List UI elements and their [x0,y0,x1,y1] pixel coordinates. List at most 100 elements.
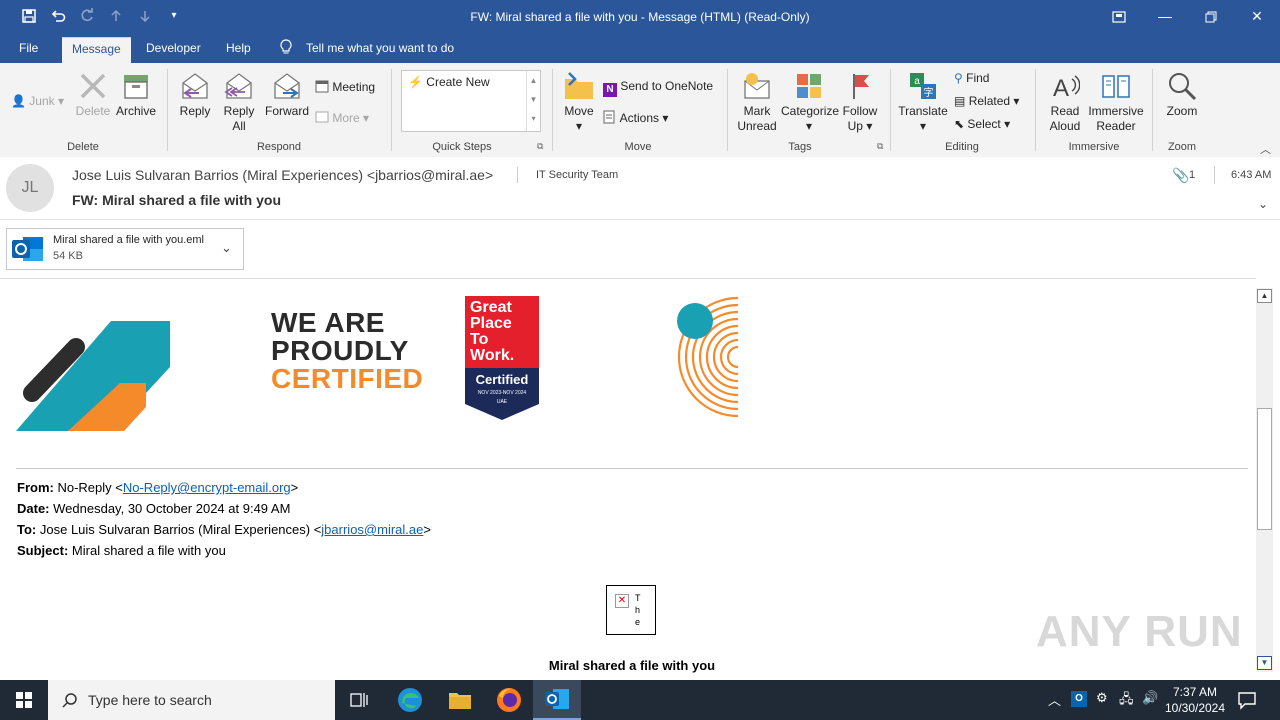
group-immersive-label: Immersive [1068,141,1120,153]
delete-button[interactable]: Delete [74,71,112,119]
badge-text: To [470,331,489,348]
mark-unread-button[interactable]: Mark Unread [735,71,779,134]
expand-header-icon[interactable]: ⌄ [1258,197,1268,211]
immersive-reader-button[interactable]: Immersive Reader [1087,71,1145,134]
tell-me-search[interactable]: Tell me what you want to do [306,41,454,55]
received-time: 6:43 AM [1231,169,1272,181]
search-icon: ⚲ [954,71,963,85]
read-aloud-button[interactable]: A Read Aloud [1043,71,1087,134]
badge-text: Place [470,315,512,332]
task-view-icon[interactable] [344,688,376,712]
follow-up-button[interactable]: Follow Up ▾ [840,71,880,134]
broken-image-alt: The [635,593,641,627]
to-line: To: Jose Luis Sulvaran Barrios (Miral Ex… [17,522,431,537]
tab-file[interactable]: File [19,41,38,55]
dialog-launcher-icon[interactable]: ⧉ [537,141,543,152]
gallery-scroll[interactable]: ▲ ▼ ▾ [526,71,540,131]
search-placeholder: Type here to search [88,692,212,708]
notification-icon[interactable] [1237,690,1257,710]
reply-button[interactable]: Reply [175,71,215,119]
divider [1035,69,1036,151]
start-button[interactable] [0,680,48,720]
badge-certified: Certified [475,372,529,387]
scroll-up-button[interactable]: ▲ [1257,289,1272,303]
divider [1152,69,1153,151]
scrollbar[interactable]: ▲ ▼ [1256,288,1273,672]
close-icon[interactable]: ✕ [1234,0,1280,33]
outlook-taskbar-icon[interactable] [533,680,581,720]
categorize-icon [797,74,821,98]
reply-all-icon [224,73,252,99]
tab-help[interactable]: Help [226,41,251,55]
tab-developer[interactable]: Developer [146,41,201,55]
move-button[interactable]: Move ▾ [561,71,597,134]
more-button[interactable]: More ▾ [315,110,369,125]
device-icon[interactable]: ⚙ [1096,690,1108,706]
svg-text:a: a [914,76,920,87]
subject-line: Subject: Miral shared a file with you [17,543,226,558]
select-button[interactable]: ⬉ Select ▾ [954,117,1010,131]
chevron-down-icon[interactable]: ⌄ [221,240,241,256]
reply-all-button[interactable]: Reply All [218,71,260,134]
broken-image: ✕ The [606,585,656,635]
collapse-ribbon-icon[interactable]: ︿ [1260,141,1271,157]
ribbon-display-icon[interactable] [1096,0,1142,33]
recipient[interactable]: IT Security Team [536,169,618,181]
search-icon [62,693,77,708]
categorize-button[interactable]: Categorize ▾ [781,71,839,134]
cursor-icon: ⬉ [954,117,965,131]
message-body: WE ARE PROUDLY CERTIFIED Great Place To … [0,278,1256,681]
zoom-button[interactable]: Zoom [1162,71,1202,119]
attachment-count: 1 [1189,169,1196,181]
junk-button[interactable]: 👤 Junk ▾ [11,94,64,108]
network-icon[interactable]: 🖧 [1119,690,1134,712]
window-title: FW: Miral shared a file with you - Messa… [470,10,810,24]
translate-button[interactable]: a字 Translate ▾ [898,71,948,134]
archive-button[interactable]: Archive [114,71,158,119]
send-to-onenote-button[interactable]: N Send to OneNote [603,79,713,97]
ribbon-tabs: File Message Developer Help Tell me what… [0,33,1280,64]
banner-line: CERTIFIED [271,363,424,394]
minimize-icon[interactable]: — [1142,0,1188,33]
lightning-icon: ⚡ [408,75,423,89]
find-button[interactable]: ⚲ Find [954,71,989,85]
quick-step-create-new[interactable]: ⚡ Create New [408,75,490,89]
volume-icon[interactable]: 🔊 [1142,690,1158,706]
actions-button[interactable]: Actions ▾ [603,110,668,125]
date-line: Date: Wednesday, 30 October 2024 at 9:49… [17,501,291,516]
group-editing-label: Editing [945,141,979,153]
divider [16,468,1248,469]
chevron-up-icon[interactable]: ︿ [1048,690,1061,709]
scroll-thumb[interactable] [1257,408,1272,530]
to-email-link[interactable]: jbarrios@miral.ae [321,522,423,537]
clock[interactable]: 7:37 AM 10/30/2024 [1162,684,1228,716]
forward-button[interactable]: Forward [263,71,311,119]
file-explorer-icon[interactable] [446,686,474,714]
ribbon: 👤 Junk ▾ Delete Archive Delete Reply Rep… [0,63,1280,158]
related-button[interactable]: ▤ Related ▾ [954,94,1019,108]
dialog-launcher-icon[interactable]: ⧉ [877,141,883,152]
gptw-badge: Great Place To Work. Certified NOV 2023-… [465,296,539,420]
divider [517,167,518,183]
quick-steps-gallery[interactable]: ⚡ Create New ▲ ▼ ▾ [401,70,541,132]
restore-icon[interactable] [1188,0,1234,33]
sender-line[interactable]: Jose Luis Sulvaran Barrios (Miral Experi… [72,167,493,183]
group-move-label: Move [624,141,652,153]
attachment-card[interactable]: Miral shared a file with you.eml 54 KB ⌄ [6,228,244,270]
from-line: From: No-Reply <No-Reply@encrypt-email.o… [17,480,299,495]
scroll-down-button[interactable]: ▼ [1257,656,1272,670]
junk-icon: 👤 [11,94,26,108]
edge-icon[interactable] [396,686,424,714]
banner-line: WE ARE [271,307,385,338]
envelope-icon [744,73,770,99]
group-quick-steps-label: Quick Steps [432,141,492,153]
outlook-tray-icon[interactable]: O [1071,691,1087,707]
from-email-link[interactable]: No-Reply@encrypt-email.org [123,480,291,495]
taskbar-search[interactable]: Type here to search [48,680,335,720]
attachment-name: Miral shared a file with you.eml [53,234,205,246]
lightbulb-icon [279,39,293,58]
tab-message[interactable]: Message [62,37,131,64]
firefox-icon[interactable] [495,686,523,714]
divider [1214,166,1215,184]
meeting-button[interactable]: Meeting [315,79,375,94]
